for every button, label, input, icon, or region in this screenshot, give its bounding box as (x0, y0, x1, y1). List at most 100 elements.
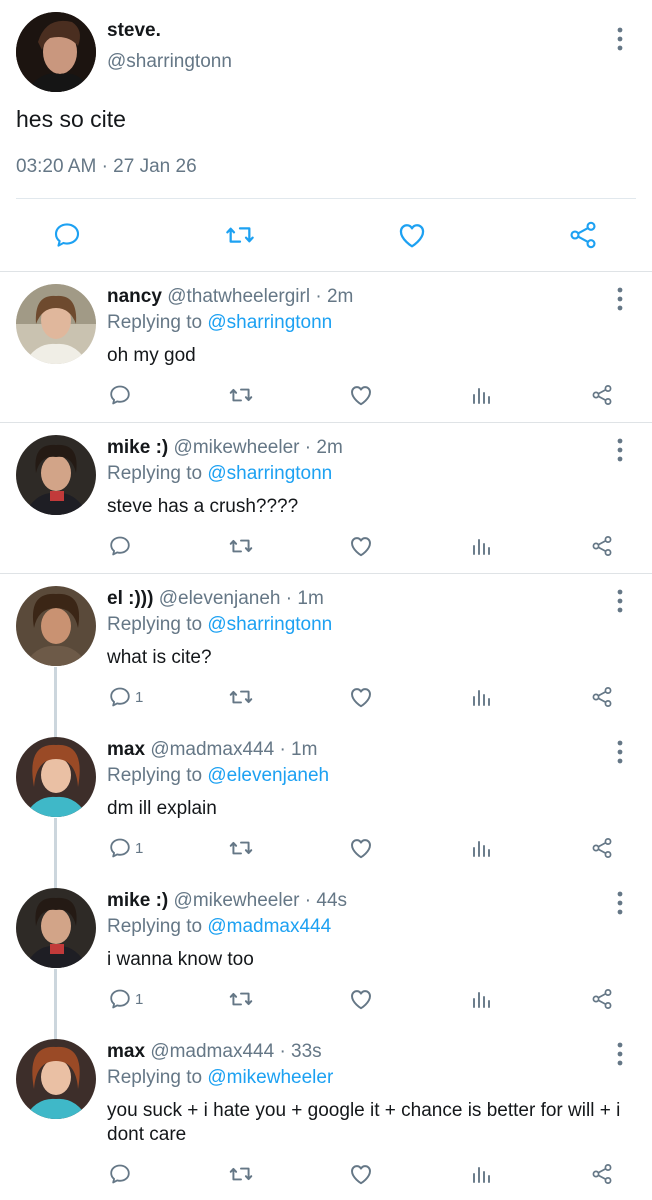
retweet-button[interactable] (228, 1160, 254, 1188)
more-vertical-icon[interactable] (610, 286, 630, 312)
avatar[interactable] (16, 737, 96, 817)
share-icon (570, 221, 596, 249)
reply-author-handle[interactable]: @mikewheeler (174, 890, 300, 911)
retweet-button[interactable] (223, 218, 257, 252)
reply-author-name[interactable]: max (107, 1041, 145, 1062)
replying-to-link[interactable]: @sharringtonn (207, 463, 332, 484)
avatar[interactable] (16, 1039, 96, 1119)
author-name[interactable]: steve. (107, 20, 161, 42)
reply-tweet[interactable]: el :))) @elevenjaneh · 1m Replying to @s… (0, 574, 652, 725)
share-icon (592, 385, 612, 405)
reply-author-name[interactable]: max (107, 739, 145, 760)
divider (16, 198, 636, 199)
analytics-button[interactable] (470, 381, 494, 409)
replying-to-link[interactable]: @elevenjaneh (207, 765, 329, 786)
more-vertical-icon[interactable] (610, 1041, 630, 1067)
reply-author-name[interactable]: nancy (107, 286, 162, 307)
share-button[interactable] (590, 834, 614, 862)
analytics-button[interactable] (470, 683, 494, 711)
like-button[interactable] (348, 1160, 374, 1188)
replying-prefix: Replying to (107, 463, 208, 484)
reply-text: i wanna know too (107, 949, 254, 970)
reply-author-name[interactable]: mike :) (107, 437, 168, 458)
replying-to-link[interactable]: @mikewheeler (207, 1067, 333, 1088)
like-button[interactable] (348, 834, 374, 862)
reply-button[interactable]: 1 (108, 834, 143, 862)
retweet-button[interactable] (228, 683, 254, 711)
more-vertical-icon[interactable] (610, 26, 630, 52)
reply-author-handle[interactable]: @thatwheelergirl (167, 286, 310, 307)
more-vertical-icon[interactable] (610, 890, 630, 916)
reply-author-name[interactable]: mike :) (107, 890, 168, 911)
analytics-icon (473, 1167, 490, 1183)
retweet-button[interactable] (228, 985, 254, 1013)
analytics-icon (473, 992, 490, 1008)
heart-icon (351, 990, 371, 1010)
analytics-button[interactable] (470, 834, 494, 862)
reply-header: max @madmax444 · 1m (107, 739, 317, 761)
like-button[interactable] (348, 532, 374, 560)
share-button[interactable] (566, 218, 600, 252)
retweet-button[interactable] (228, 381, 254, 409)
more-vertical-icon[interactable] (610, 588, 630, 614)
share-icon (592, 989, 612, 1009)
avatar[interactable] (16, 435, 96, 515)
reply-tweet[interactable]: mike :) @mikewheeler · 2m Replying to @s… (0, 423, 652, 574)
like-button[interactable] (348, 985, 374, 1013)
more-vertical-icon[interactable] (610, 437, 630, 463)
reply-author-handle[interactable]: @elevenjaneh (159, 588, 281, 609)
reply-button[interactable] (108, 532, 135, 560)
share-icon (592, 1164, 612, 1184)
avatar[interactable] (16, 284, 96, 364)
reply-author-name[interactable]: el :))) (107, 588, 153, 609)
reply-author-handle[interactable]: @madmax444 (150, 739, 274, 760)
avatar[interactable] (16, 12, 96, 92)
retweet-button[interactable] (228, 532, 254, 560)
replying-prefix: Replying to (107, 312, 208, 333)
reply-icon (110, 385, 130, 405)
replying-to-link[interactable]: @sharringtonn (207, 614, 332, 635)
reply-button[interactable] (50, 218, 84, 252)
more-vertical-icon[interactable] (610, 739, 630, 765)
heart-icon (351, 1165, 371, 1185)
heart-icon (351, 839, 371, 859)
retweet-button[interactable] (228, 834, 254, 862)
tweet-text: hes so cite (16, 106, 126, 132)
reply-author-handle[interactable]: @madmax444 (150, 1041, 274, 1062)
reply-button[interactable]: 1 (108, 683, 143, 711)
reply-button[interactable] (108, 381, 135, 409)
reply-button[interactable]: 1 (108, 985, 143, 1013)
reply-tweet[interactable]: max @madmax444 · 33s Replying to @mikewh… (0, 1027, 652, 1200)
avatar[interactable] (16, 586, 96, 666)
share-button[interactable] (590, 1160, 614, 1188)
analytics-icon (473, 539, 490, 555)
analytics-button[interactable] (470, 985, 494, 1013)
reply-icon (110, 687, 130, 707)
avatar[interactable] (16, 888, 96, 968)
like-button[interactable] (348, 381, 374, 409)
share-button[interactable] (590, 381, 614, 409)
reply-tweet[interactable]: mike :) @mikewheeler · 44s Replying to @… (0, 876, 652, 1027)
reply-tweet[interactable]: max @madmax444 · 1m Replying to @elevenj… (0, 725, 652, 876)
analytics-button[interactable] (470, 532, 494, 560)
reply-time: 44s (316, 890, 348, 911)
replying-to: Replying to @sharringtonn (107, 312, 332, 334)
reply-tweet[interactable]: nancy @thatwheelergirl · 2m Replying to … (0, 272, 652, 423)
like-button[interactable] (395, 218, 429, 252)
author-handle[interactable]: @sharringtonn (107, 51, 232, 73)
header-separator: · (279, 739, 286, 760)
reply-time: 2m (316, 437, 343, 458)
reply-text: dm ill explain (107, 798, 217, 819)
analytics-button[interactable] (470, 1160, 494, 1188)
replying-to-link[interactable]: @madmax444 (207, 916, 331, 937)
share-button[interactable] (590, 683, 614, 711)
reply-button[interactable] (108, 1160, 135, 1188)
like-button[interactable] (348, 683, 374, 711)
reply-author-handle[interactable]: @mikewheeler (174, 437, 300, 458)
retweet-icon (229, 388, 253, 402)
reply-text: you suck + i hate you + google it + chan… (107, 1100, 621, 1145)
replying-to-link[interactable]: @sharringtonn (207, 312, 332, 333)
share-button[interactable] (590, 985, 614, 1013)
share-button[interactable] (590, 532, 614, 560)
replying-to: Replying to @sharringtonn (107, 463, 332, 485)
